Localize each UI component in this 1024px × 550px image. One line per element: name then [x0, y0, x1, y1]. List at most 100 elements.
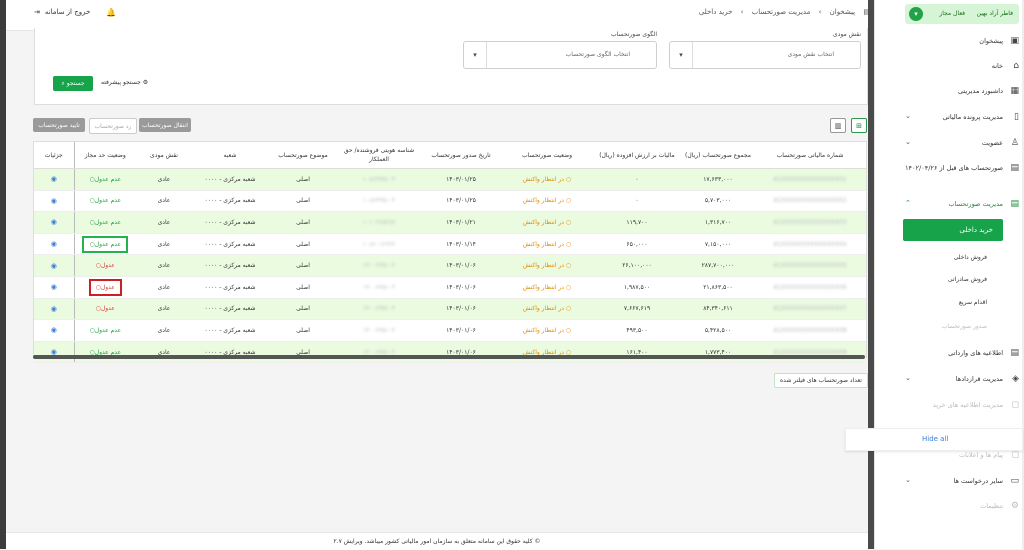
limit-status-badge: عدم عدول○	[86, 175, 124, 184]
message-icon: ◻	[1011, 450, 1019, 460]
table-row[interactable]: A1XXXXXXXXXXXXXX04 ۷,۱۵۰,۰۰۰ ۶۵۰,۰۰۰ ○ در ا…	[34, 233, 866, 256]
table-horizontal-scrollbar[interactable]	[33, 355, 865, 359]
cell-vat: ۱۶۱,۴۰۰	[592, 341, 682, 364]
breadcrumb-item-dashboard[interactable]: پیشخوان	[830, 8, 856, 16]
cell-seller-text: ۱۰۸۶۳۳۵۱۰۴	[362, 197, 396, 205]
col-header-total[interactable]: مجموع صورتحساب (ریال)	[682, 142, 754, 169]
table-row[interactable]: A1XXXXXXXXXXXXXX08 ۵,۴۲۸,۵۰۰ ۴۹۳,۵۰۰ ○ در ا…	[34, 319, 866, 342]
cell-vat: ۰	[592, 168, 682, 191]
transfer-invoice-button[interactable]: انتقال صورتحساب	[139, 118, 191, 132]
col-header-branch[interactable]: شعبه	[192, 142, 268, 169]
excel-export-icon[interactable]: ⊞	[851, 118, 867, 133]
cell-subject: اصلی	[268, 168, 338, 191]
table-row[interactable]: A1XXXXXXXXXXXXXX02 ۵,۷۰۳,۰۰۰ ۰ ○ در انتظار …	[34, 190, 866, 213]
table-row[interactable]: A1XXXXXXXXXXXXXX07 ۸۴,۳۴۰,۶۱۱ ۷,۶۶۷,۶۱۹ ○ د…	[34, 298, 866, 321]
cell-role: عادی	[136, 190, 192, 213]
cell-status: ○ در انتظار واکنش	[502, 276, 592, 299]
cell-total: ۷,۱۵۰,۰۰۰	[682, 233, 754, 256]
cell-limit: عدول○	[73, 276, 136, 299]
eye-icon[interactable]: ◉	[51, 305, 57, 313]
eye-icon[interactable]: ◉	[51, 283, 57, 291]
dot-icon: ○	[563, 326, 572, 334]
cell-total: ۵,۴۲۸,۵۰۰	[682, 319, 754, 342]
eye-icon[interactable]: ◉	[51, 240, 57, 248]
cell-limit-text: عدول	[100, 305, 115, 313]
chevron-up-icon: ⌃	[905, 199, 911, 207]
cell-date-text: ۱۴۰۳/۰۱/۱۴	[446, 240, 476, 248]
cell-tax-id-text: A1XXXXXXXXXXXXXX05	[773, 262, 847, 270]
table-row[interactable]: A1XXXXXXXXXXXXXX06 ۲۱,۸۶۳,۵۰۰ ۱,۹۸۷,۵۰۰ ○ د…	[34, 276, 866, 299]
eye-icon[interactable]: ◉	[51, 218, 57, 226]
reject-invoice-button[interactable]: رد صورتحساب	[89, 118, 137, 134]
table-row[interactable]: A1XXXXXXXXXXXXXX05 ۲۸۷,۷۰۰,۰۰۰ ۲۶,۱۰۰,۰۰۰ ○…	[34, 254, 866, 277]
advanced-search-link[interactable]: ⚙ جستجو پیشرفته	[101, 79, 148, 86]
chevron-down-icon: ⌄	[905, 374, 911, 382]
dot-icon: ○	[563, 218, 572, 226]
breadcrumb-item-invoice-management[interactable]: مدیریت صورتحساب	[752, 8, 811, 16]
columns-icon[interactable]: ▥	[830, 118, 846, 133]
col-header-status[interactable]: وضعیت صورتحساب	[502, 142, 592, 169]
cell-limit: عدم عدول○	[73, 233, 136, 256]
cell-limit-text: عدول	[100, 262, 115, 270]
search-button[interactable]: ⌕ جستجو	[53, 76, 93, 91]
cell-total: ۵,۷۰۳,۰۰۰	[682, 190, 754, 213]
cell-branch-text: شعبه مرکزی - ۰۰۰۰	[204, 197, 256, 205]
eye-icon[interactable]: ◉	[51, 326, 57, 334]
col-header-role[interactable]: نقش مودی	[136, 142, 192, 169]
contract-icon: ◈	[1012, 374, 1019, 384]
dot-icon: ○	[563, 283, 572, 291]
advanced-search-label: جستجو پیشرفته	[101, 79, 141, 86]
cell-role-text: عادی	[157, 175, 171, 183]
table-row[interactable]: A1XXXXXXXXXXXXXX01 ۱۷,۶۳۳,۰۰۰ ۰ ○ در انتظار…	[34, 168, 866, 191]
cell-subject-text: اصلی	[296, 326, 310, 334]
cell-total-text: ۱,۳۱۶,۷۰۰	[704, 218, 732, 226]
cell-vat-text: ۶۵۰,۰۰۰	[626, 240, 648, 248]
col-header-subject[interactable]: موضوع صورتحساب	[268, 142, 338, 169]
sidebar-subitem-domestic-purchase[interactable]: خرید داخلی	[903, 219, 1003, 241]
top-bar: ▤ پیشخوان › مدیریت صورتحساب › خرید داخلی…	[6, 0, 870, 31]
cell-branch-text: شعبه مرکزی - ۰۰۰۰	[204, 218, 256, 226]
cell-tax-id-text: A1XXXXXXXXXXXXXX03	[773, 218, 847, 226]
eye-icon[interactable]: ◉	[51, 262, 57, 270]
cell-tax-id: A1XXXXXXXXXXXXXX05	[754, 254, 866, 277]
limit-status-badge: عدول○	[93, 304, 118, 313]
cell-details: ◉	[34, 341, 74, 364]
user-card[interactable]: فاطر آراد بهین فعال مجاز ▾	[905, 4, 1019, 24]
cell-branch-text: شعبه مرکزی - ۰۰۰۰	[204, 175, 256, 183]
col-header-date[interactable]: تاریخ صدور صورتحساب	[420, 142, 502, 169]
role-select[interactable]: انتخاب نقش مودی ▾	[669, 41, 861, 69]
eye-icon[interactable]: ◉	[51, 175, 57, 183]
eye-icon[interactable]: ◉	[51, 197, 57, 205]
cell-vat-text: ۰	[635, 197, 639, 205]
cell-vat: ۷,۶۶۷,۶۱۹	[592, 298, 682, 321]
col-header-limit-status[interactable]: وضعیت حد مجاز	[73, 142, 136, 169]
home-icon: ⌂	[1013, 61, 1019, 71]
logout-button[interactable]: ⇥ خروج از سامانه	[34, 8, 90, 16]
cell-role-text: عادی	[157, 262, 171, 270]
cell-seller: ۱۰۸۶۳۳۵۱۰۴	[338, 168, 420, 191]
cell-date-text: ۱۴۰۳/۰۱/۰۶	[446, 326, 476, 334]
dot-icon: ○	[563, 175, 572, 183]
col-header-seller-id[interactable]: شناسه هویتی فروشنده/ حق العملکار	[338, 142, 420, 169]
hide-all-link[interactable]: Hide all	[922, 435, 948, 443]
cell-status-text: در انتظار واکنش	[522, 218, 564, 226]
limit-status-badge: عدم عدول○	[82, 235, 129, 253]
col-header-vat[interactable]: مالیات بر ارزش افزوده (ریال)	[592, 142, 682, 169]
cell-seller: ۱۰۸۶۳۳۵۱۰۴	[338, 190, 420, 213]
cell-seller-text: ۱۰۱۰۳۶۵۲۸۷	[362, 218, 396, 226]
cell-role: عادی	[136, 298, 192, 321]
cell-date: ۱۴۰۳/۰۱/۱۴	[420, 233, 502, 256]
dot-icon: ○	[563, 240, 572, 248]
cell-role-text: عادی	[157, 218, 171, 226]
cell-branch: شعبه مرکزی - ۰۰۰۰	[192, 190, 268, 213]
filtered-count-button[interactable]: تعداد صورتحساب های فیلتر شده	[774, 373, 868, 388]
table-row[interactable]: A1XXXXXXXXXXXXXX03 ۱,۳۱۶,۷۰۰ ۱۱۹,۷۰۰ ○ در ا…	[34, 211, 866, 234]
logout-icon: ⇥	[34, 8, 40, 16]
table-row[interactable]: A1XXXXXXXXXXXXXX09 ۱,۷۷۳,۴۰۰ ۱۶۱,۴۰۰ ○ در ا…	[34, 341, 866, 364]
col-header-tax-id[interactable]: شماره مالیاتی صورتحساب	[754, 142, 866, 169]
approve-invoice-button[interactable]: تایید صورتحساب	[33, 118, 85, 132]
cell-branch: شعبه مرکزی - ۰۰۰۰	[192, 211, 268, 234]
bell-icon[interactable]: 🔔	[106, 8, 116, 17]
breadcrumb-chevron-icon: ›	[740, 8, 744, 16]
pattern-select[interactable]: انتخاب الگوی صورتحساب ▾	[463, 41, 657, 69]
